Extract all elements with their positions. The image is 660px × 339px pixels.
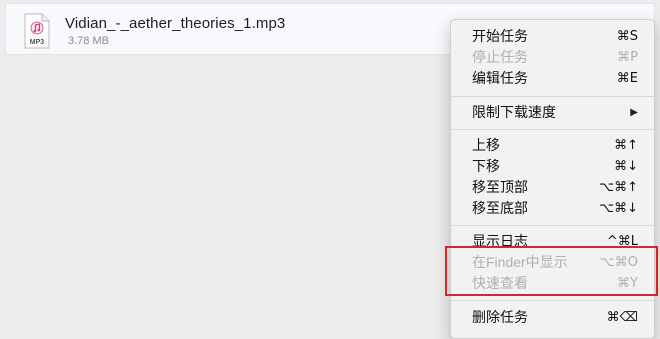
menu-item-label: 上移 (472, 137, 500, 153)
menu-separator (451, 300, 654, 301)
menu-item-delete-task[interactable]: 删除任务 ⌘⌫ (451, 307, 654, 328)
menu-item-shortcut: ⌘↑ (614, 138, 638, 153)
menu-item-shortcut: ⌥⌘↓ (599, 201, 638, 216)
menu-separator (451, 225, 654, 226)
menu-item-shortcut: ⌘↓ (614, 159, 638, 174)
menu-item-move-to-bottom[interactable]: 移至底部 ⌥⌘↓ (451, 198, 654, 219)
file-name: Vidian_-_aether_theories_1.mp3 (65, 15, 286, 32)
annotation-highlight-box (445, 246, 658, 296)
menu-item-label: 限制下载速度 (472, 104, 556, 120)
file-size: 3.78 MB (68, 35, 109, 47)
menu-item-move-down[interactable]: 下移 ⌘↓ (451, 156, 654, 177)
menu-item-shortcut: ⌘S (616, 29, 638, 44)
menu-item-start-task[interactable]: 开始任务 ⌘S (451, 26, 654, 47)
menu-item-label: 移至顶部 (472, 179, 528, 195)
menu-item-shortcut: ⌘P (617, 50, 638, 65)
menu-item-edit-task[interactable]: 编辑任务 ⌘E (451, 68, 654, 89)
menu-item-limit-speed[interactable]: 限制下载速度 ▶ (451, 102, 654, 123)
submenu-arrow-icon: ▶ (630, 107, 638, 118)
menu-item-label: 开始任务 (472, 28, 528, 44)
menu-item-label: 移至底部 (472, 200, 528, 216)
menu-item-label: 删除任务 (472, 309, 528, 325)
menu-item-label: 停止任务 (472, 49, 528, 65)
menu-separator (451, 96, 654, 97)
menu-item-shortcut: ⌥⌘↑ (599, 180, 638, 195)
menu-separator (451, 129, 654, 130)
menu-item-label: 下移 (472, 158, 500, 174)
menu-item-stop-task: 停止任务 ⌘P (451, 47, 654, 68)
menu-item-move-up[interactable]: 上移 ⌘↑ (451, 135, 654, 156)
file-type-label: MP3 (30, 39, 45, 46)
menu-item-label: 编辑任务 (472, 70, 528, 86)
menu-item-move-to-top[interactable]: 移至顶部 ⌥⌘↑ (451, 177, 654, 198)
mp3-file-icon: MP3 (22, 13, 52, 49)
menu-item-shortcut: ⌘⌫ (606, 310, 638, 325)
menu-item-shortcut: ⌘E (616, 71, 638, 86)
